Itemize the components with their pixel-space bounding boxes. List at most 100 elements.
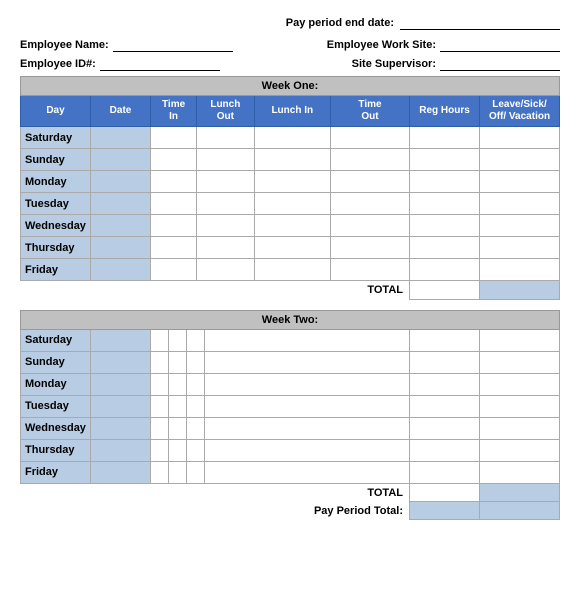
- leave-tuesday-w2[interactable]: [480, 395, 560, 417]
- leave-tuesday-w1[interactable]: [480, 193, 560, 215]
- lunch-in-tuesday-w1[interactable]: [254, 193, 331, 215]
- reg-hours-monday-w2[interactable]: [410, 373, 480, 395]
- lunch-in-wednesday-w1[interactable]: [254, 215, 331, 237]
- lunch-out-monday-w2[interactable]: [169, 373, 187, 395]
- lunch-in-friday-w2[interactable]: [187, 461, 205, 483]
- date-monday-w2[interactable]: [91, 373, 151, 395]
- date-tuesday-w1[interactable]: [91, 193, 151, 215]
- lunch-out-sunday-w1[interactable]: [197, 149, 254, 171]
- total-reg-hours-w1[interactable]: [410, 281, 480, 300]
- date-tuesday-w2[interactable]: [91, 395, 151, 417]
- time-in-sunday-w2[interactable]: [151, 351, 169, 373]
- reg-hours-friday-w1[interactable]: [410, 259, 480, 281]
- lunch-out-thursday-w2[interactable]: [169, 439, 187, 461]
- employee-work-site-input[interactable]: [440, 38, 560, 52]
- lunch-in-wednesday-w2[interactable]: [187, 417, 205, 439]
- employee-name-input[interactable]: [113, 38, 233, 52]
- time-out-saturday-w1[interactable]: [331, 127, 410, 149]
- lunch-out-sunday-w2[interactable]: [169, 351, 187, 373]
- time-out-sunday-w2[interactable]: [205, 351, 410, 373]
- lunch-out-monday-w1[interactable]: [197, 171, 254, 193]
- reg-hours-friday-w2[interactable]: [410, 461, 480, 483]
- reg-hours-tuesday-w1[interactable]: [410, 193, 480, 215]
- lunch-in-monday-w2[interactable]: [187, 373, 205, 395]
- lunch-out-wednesday-w2[interactable]: [169, 417, 187, 439]
- reg-hours-wednesday-w2[interactable]: [410, 417, 480, 439]
- employee-id-input[interactable]: [100, 57, 220, 71]
- leave-friday-w1[interactable]: [480, 259, 560, 281]
- time-in-monday-w2[interactable]: [151, 373, 169, 395]
- lunch-out-friday-w2[interactable]: [169, 461, 187, 483]
- leave-monday-w1[interactable]: [480, 171, 560, 193]
- lunch-in-monday-w1[interactable]: [254, 171, 331, 193]
- time-out-friday-w1[interactable]: [331, 259, 410, 281]
- date-saturday-w2[interactable]: [91, 329, 151, 351]
- time-in-friday-w2[interactable]: [151, 461, 169, 483]
- time-in-friday-w1[interactable]: [151, 259, 197, 281]
- time-out-tuesday-w2[interactable]: [205, 395, 410, 417]
- leave-monday-w2[interactable]: [480, 373, 560, 395]
- reg-hours-saturday-w1[interactable]: [410, 127, 480, 149]
- date-thursday-w1[interactable]: [91, 237, 151, 259]
- time-out-thursday-w1[interactable]: [331, 237, 410, 259]
- date-wednesday-w2[interactable]: [91, 417, 151, 439]
- time-out-monday-w1[interactable]: [331, 171, 410, 193]
- lunch-out-thursday-w1[interactable]: [197, 237, 254, 259]
- time-in-thursday-w2[interactable]: [151, 439, 169, 461]
- lunch-out-saturday-w2[interactable]: [169, 329, 187, 351]
- leave-saturday-w1[interactable]: [480, 127, 560, 149]
- time-in-saturday-w2[interactable]: [151, 329, 169, 351]
- lunch-out-friday-w1[interactable]: [197, 259, 254, 281]
- time-out-wednesday-w2[interactable]: [205, 417, 410, 439]
- lunch-in-tuesday-w2[interactable]: [187, 395, 205, 417]
- date-monday-w1[interactable]: [91, 171, 151, 193]
- time-in-monday-w1[interactable]: [151, 171, 197, 193]
- time-in-saturday-w1[interactable]: [151, 127, 197, 149]
- date-thursday-w2[interactable]: [91, 439, 151, 461]
- time-in-wednesday-w2[interactable]: [151, 417, 169, 439]
- date-sunday-w1[interactable]: [91, 149, 151, 171]
- lunch-in-saturday-w1[interactable]: [254, 127, 331, 149]
- pay-period-field[interactable]: [400, 16, 560, 30]
- pay-period-total-reg[interactable]: [410, 502, 480, 520]
- time-out-saturday-w2[interactable]: [205, 329, 410, 351]
- lunch-out-tuesday-w2[interactable]: [169, 395, 187, 417]
- date-saturday-w1[interactable]: [91, 127, 151, 149]
- time-out-wednesday-w1[interactable]: [331, 215, 410, 237]
- time-out-monday-w2[interactable]: [205, 373, 410, 395]
- lunch-in-sunday-w1[interactable]: [254, 149, 331, 171]
- reg-hours-tuesday-w2[interactable]: [410, 395, 480, 417]
- reg-hours-thursday-w1[interactable]: [410, 237, 480, 259]
- lunch-out-saturday-w1[interactable]: [197, 127, 254, 149]
- date-sunday-w2[interactable]: [91, 351, 151, 373]
- time-out-tuesday-w1[interactable]: [331, 193, 410, 215]
- leave-saturday-w2[interactable]: [480, 329, 560, 351]
- total-reg-hours-w2[interactable]: [410, 483, 480, 502]
- time-in-sunday-w1[interactable]: [151, 149, 197, 171]
- time-out-sunday-w1[interactable]: [331, 149, 410, 171]
- time-in-tuesday-w2[interactable]: [151, 395, 169, 417]
- leave-thursday-w1[interactable]: [480, 237, 560, 259]
- total-leave-w1[interactable]: [480, 281, 560, 300]
- reg-hours-thursday-w2[interactable]: [410, 439, 480, 461]
- leave-thursday-w2[interactable]: [480, 439, 560, 461]
- lunch-out-wednesday-w1[interactable]: [197, 215, 254, 237]
- leave-sunday-w2[interactable]: [480, 351, 560, 373]
- time-out-friday-w2[interactable]: [205, 461, 410, 483]
- site-supervisor-input[interactable]: [440, 57, 560, 71]
- lunch-in-sunday-w2[interactable]: [187, 351, 205, 373]
- lunch-in-thursday-w1[interactable]: [254, 237, 331, 259]
- date-friday-w1[interactable]: [91, 259, 151, 281]
- total-leave-w2[interactable]: [480, 483, 560, 502]
- pay-period-total-leave[interactable]: [480, 502, 560, 520]
- date-wednesday-w1[interactable]: [91, 215, 151, 237]
- leave-wednesday-w1[interactable]: [480, 215, 560, 237]
- lunch-in-friday-w1[interactable]: [254, 259, 331, 281]
- date-friday-w2[interactable]: [91, 461, 151, 483]
- leave-sunday-w1[interactable]: [480, 149, 560, 171]
- reg-hours-wednesday-w1[interactable]: [410, 215, 480, 237]
- time-in-thursday-w1[interactable]: [151, 237, 197, 259]
- lunch-in-thursday-w2[interactable]: [187, 439, 205, 461]
- time-in-wednesday-w1[interactable]: [151, 215, 197, 237]
- reg-hours-saturday-w2[interactable]: [410, 329, 480, 351]
